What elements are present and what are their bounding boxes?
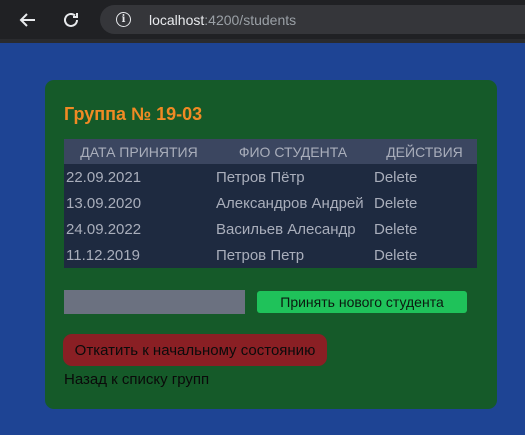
delete-button[interactable]: Delete (372, 216, 477, 242)
cell-date: 13.09.2020 (66, 194, 142, 212)
table-row: 22.09.2021 Петров Пётр Delete (64, 164, 477, 190)
group-card: Группа № 19-03 ДАТА ПРИНЯТИЯ ФИО СТУДЕНТ… (45, 80, 497, 409)
delete-button[interactable]: Delete (372, 164, 477, 190)
cell-date: 11.12.2019 (66, 246, 140, 264)
url-host: localhost (149, 11, 205, 28)
table-row: 13.09.2020 Александров Андрей Delete (64, 190, 477, 216)
info-icon[interactable]: i (116, 12, 131, 27)
cell-name: Васильев Алесандр (216, 220, 356, 238)
table-header-row: ДАТА ПРИНЯТИЯ ФИО СТУДЕНТА ДЕЙСТВИЯ (64, 139, 477, 164)
cell-name: Петров Петр (216, 246, 305, 264)
page-title: Группа № 19-03 (64, 104, 203, 124)
back-arrow-icon[interactable] (16, 8, 40, 32)
page-top-strip (0, 39, 525, 43)
students-table: ДАТА ПРИНЯТИЯ ФИО СТУДЕНТА ДЕЙСТВИЯ 22.0… (64, 139, 477, 268)
column-header-actions: ДЕЙСТВИЯ (386, 143, 463, 160)
delete-button[interactable]: Delete (372, 242, 477, 268)
table-row: 24.09.2022 Васильев Алесандр Delete (64, 216, 477, 242)
accept-new-student-button[interactable]: Принять нового студента (257, 291, 467, 313)
cell-date: 22.09.2021 (66, 168, 142, 186)
new-student-input[interactable] (64, 290, 245, 314)
column-header-date: ДАТА ПРИНЯТИЯ (80, 143, 198, 160)
reset-to-initial-state-button[interactable]: Откатить к начальному состоянию (63, 334, 327, 366)
url-path: :4200/students (204, 11, 297, 28)
address-bar[interactable]: i localhost:4200/students (100, 5, 525, 34)
reload-icon[interactable] (59, 8, 83, 32)
back-to-groups-link[interactable]: Назад к списку групп (64, 371, 209, 388)
table-row: 11.12.2019 Петров Петр Delete (64, 242, 477, 268)
column-header-name: ФИО СТУДЕНТА (238, 143, 348, 160)
delete-button[interactable]: Delete (372, 190, 477, 216)
browser-toolbar: i localhost:4200/students (0, 0, 525, 39)
cell-name: Александров Андрей (216, 194, 364, 212)
cell-date: 24.09.2022 (66, 220, 142, 238)
cell-name: Петров Пётр (216, 168, 305, 186)
